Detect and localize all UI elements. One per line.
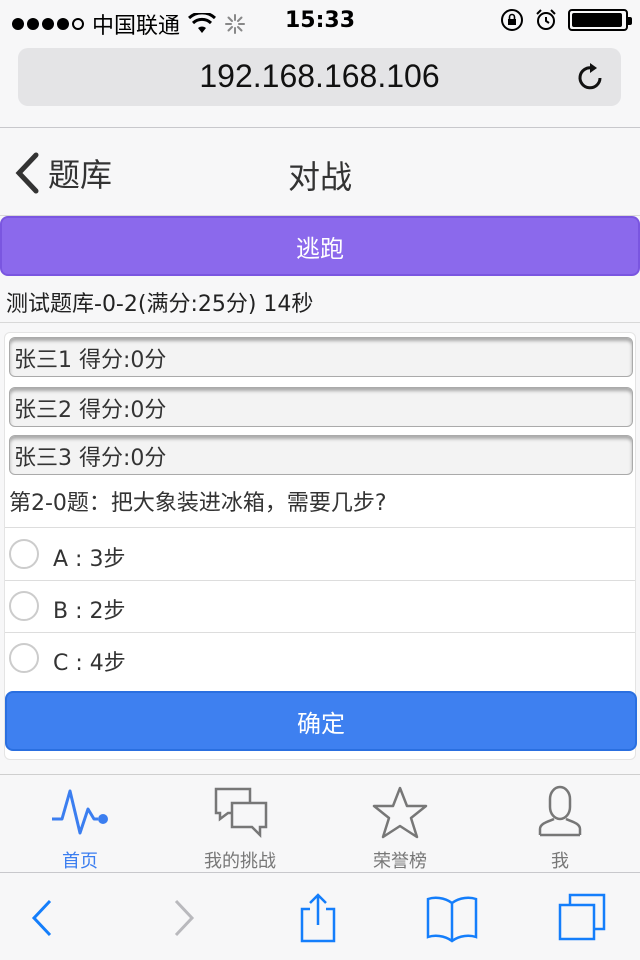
tab-label: 荣誉榜: [373, 851, 427, 872]
star-icon: [372, 786, 428, 839]
divider: [5, 527, 635, 528]
answer-option[interactable]: B : 2步: [5, 581, 635, 633]
option-label: C : 4步: [53, 651, 126, 676]
player-score: 张三2 得分:0分: [9, 387, 633, 427]
reload-icon[interactable]: [575, 61, 607, 93]
page-header: 题库 对战: [0, 128, 640, 216]
tab-me[interactable]: 我: [480, 781, 640, 872]
divider: [0, 322, 640, 323]
share-icon[interactable]: [290, 893, 346, 943]
option-label: A : 3步: [53, 547, 126, 572]
browser-address-bar: 192.168.168.106: [0, 40, 640, 128]
battle-panel: 张三1 得分:0分 张三2 得分:0分 张三3 得分:0分 第2-0题：把大象装…: [4, 332, 637, 760]
answer-option[interactable]: C : 4步: [5, 633, 635, 685]
status-bar: 中国联通 15:33: [0, 0, 640, 40]
user-icon: [538, 785, 582, 837]
alarm-icon: [536, 9, 556, 30]
option-label: B : 2步: [53, 599, 126, 624]
status-right: [500, 8, 632, 32]
url-text: 192.168.168.106: [199, 58, 440, 94]
url-field[interactable]: 192.168.168.106: [18, 48, 621, 106]
radio-button[interactable]: [9, 539, 39, 569]
battery-icon: [568, 9, 632, 31]
page-title: 对战: [287, 158, 352, 196]
chat-bubbles-icon: [214, 787, 268, 839]
radio-button[interactable]: [9, 643, 39, 673]
quiz-info: 测试题库-0-2(满分:25分) 14秒: [6, 292, 314, 317]
pulse-icon: [52, 789, 108, 835]
app-tab-bar: 首页 我的挑战 荣誉榜 我: [0, 774, 640, 872]
question-text: 第2-0题：把大象装进冰箱，需要几步?: [9, 491, 387, 516]
tab-label: 我: [551, 851, 569, 872]
orientation-lock-icon: [501, 9, 523, 31]
tab-home[interactable]: 首页: [0, 781, 160, 872]
player-score: 张三3 得分:0分: [9, 435, 633, 475]
player-score: 张三1 得分:0分: [9, 337, 633, 377]
flee-button[interactable]: 逃跑: [0, 216, 640, 276]
tabs-icon[interactable]: [556, 893, 612, 943]
tab-label: 我的挑战: [204, 851, 276, 872]
back-arrow-icon[interactable]: [16, 893, 72, 943]
answer-option[interactable]: A : 3步: [5, 529, 635, 581]
battle-content: 逃跑 测试题库-0-2(满分:25分) 14秒 张三1 得分:0分 张三2 得分…: [0, 216, 640, 774]
tab-honor-roll[interactable]: 荣誉榜: [320, 781, 480, 872]
forward-arrow-icon[interactable]: [156, 893, 212, 943]
browser-toolbar: [0, 872, 640, 960]
tab-label: 首页: [62, 851, 98, 872]
bookmarks-icon[interactable]: [424, 893, 480, 943]
tab-my-challenges[interactable]: 我的挑战: [160, 781, 320, 872]
confirm-button[interactable]: 确定: [5, 691, 637, 751]
radio-button[interactable]: [9, 591, 39, 621]
